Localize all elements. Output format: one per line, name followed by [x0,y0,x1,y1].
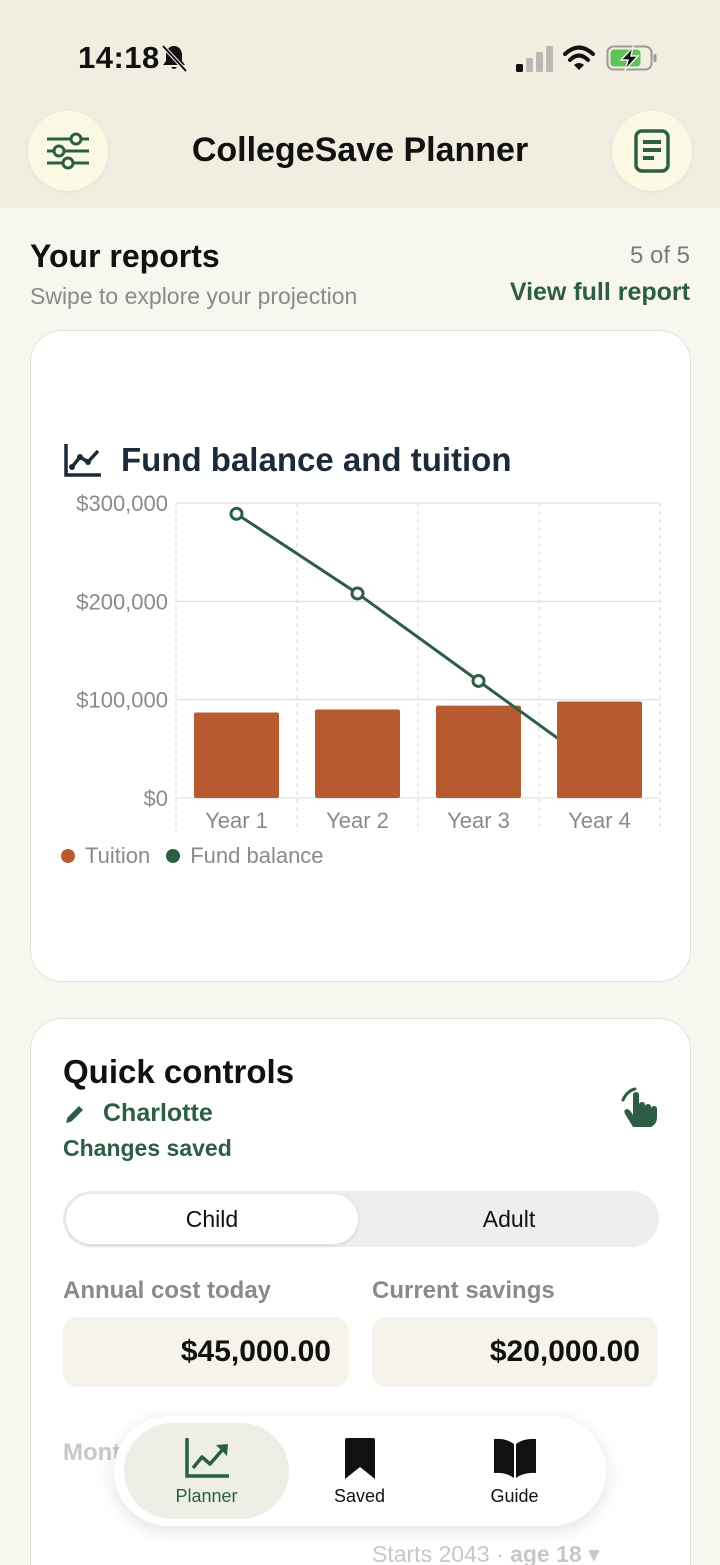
y-tick-label: $0 [144,786,168,811]
bar-tuition-top [557,701,642,798]
pencil-icon [66,1105,83,1123]
bell-slash-icon [161,44,188,73]
line-chart-icon [64,444,101,477]
chart-card[interactable]: Fund balance and tuition $300,000 $200,00… [30,330,691,982]
annual-cost-input[interactable]: $45,000.00 [63,1317,349,1387]
nav-planner[interactable]: Planner [124,1423,289,1519]
legend-swatch-tuition [61,849,75,863]
chart-legend: Tuition Fund balance [61,843,340,869]
legend-item-fund-balance[interactable]: Fund balance [166,843,324,869]
wifi-icon [563,45,595,70]
start-age-value: age 18 [510,1541,582,1565]
chevron-down-icon: ▾ [588,1541,600,1565]
quick-controls-title: Quick controls [63,1053,295,1090]
legend-label-tuition: Tuition [85,843,151,868]
bar-tuition [436,705,521,798]
app-header: 14:18 CollegeSave Planner [0,0,720,208]
profile-name: Charlotte [103,1099,213,1127]
trending-chart-icon [184,1437,229,1478]
save-status: Changes saved [63,1135,232,1161]
page-indicator: 5 of 5 [629,242,690,269]
current-savings-label: Current savings [372,1277,555,1304]
x-tick-label: Year 4 [568,808,631,833]
point-fund-balance [471,673,486,688]
bookmark-icon [344,1437,375,1479]
reports-subtitle: Swipe to explore your projection [30,283,358,309]
profile-name-row[interactable]: Charlotte [63,1099,213,1128]
bottom-nav: Planner Saved Guide [114,1416,606,1526]
nav-planner-label: Planner [175,1485,238,1506]
segment-adult[interactable]: Adult [363,1194,655,1244]
current-savings-input[interactable]: $20,000.00 [372,1317,658,1387]
nav-saved[interactable]: Saved [277,1423,442,1519]
status-time: 14:18 [78,40,160,75]
bar-tuition [194,712,279,798]
report-icon [634,129,670,173]
y-tick-label: $300,000 [76,491,168,516]
x-tick-label: Year 1 [205,808,268,833]
battery-charging-icon [606,44,657,71]
view-full-report-link[interactable]: View full report [510,278,690,307]
book-icon [493,1438,536,1478]
reports-title: Your reports [30,238,220,274]
hand-tap-icon[interactable] [618,1087,660,1129]
legend-swatch-fund-balance [166,849,181,863]
chart-title: Fund balance and tuition [121,441,512,478]
y-tick-label: $200,000 [76,589,168,614]
nav-saved-label: Saved [333,1485,386,1506]
legend-item-tuition[interactable]: Tuition [61,843,150,869]
bar-tuition [315,709,400,798]
point-fund-balance [229,506,244,521]
y-tick-label: $100,000 [76,688,168,713]
x-tick-label: Year 3 [447,808,510,833]
starts-text: Starts 2043 · [372,1541,504,1565]
report-button[interactable] [612,111,692,191]
signal-icon [516,46,553,72]
x-tick-label: Year 2 [326,808,389,833]
annual-cost-label: Annual cost today [63,1277,272,1304]
nav-guide[interactable]: Guide [432,1423,597,1519]
chart-heading: Fund balance and tuition [63,441,512,479]
segment-child[interactable]: Child [66,1194,358,1244]
point-fund-balance [350,586,365,601]
nav-guide-label: Guide [490,1485,539,1506]
monthly-contribution-label: Mont [63,1439,121,1466]
legend-label-fund-balance: Fund balance [190,843,324,868]
status-bar: 14:18 [0,0,720,110]
start-year-note[interactable]: Starts 2043 · age 18 ▾ [372,1541,600,1565]
fund-tuition-chart: $300,000 $200,000 $100,000 $0 Year 1 Year 2 Ye… [76,491,661,833]
profile-type-toggle: Child Adult [63,1191,659,1247]
